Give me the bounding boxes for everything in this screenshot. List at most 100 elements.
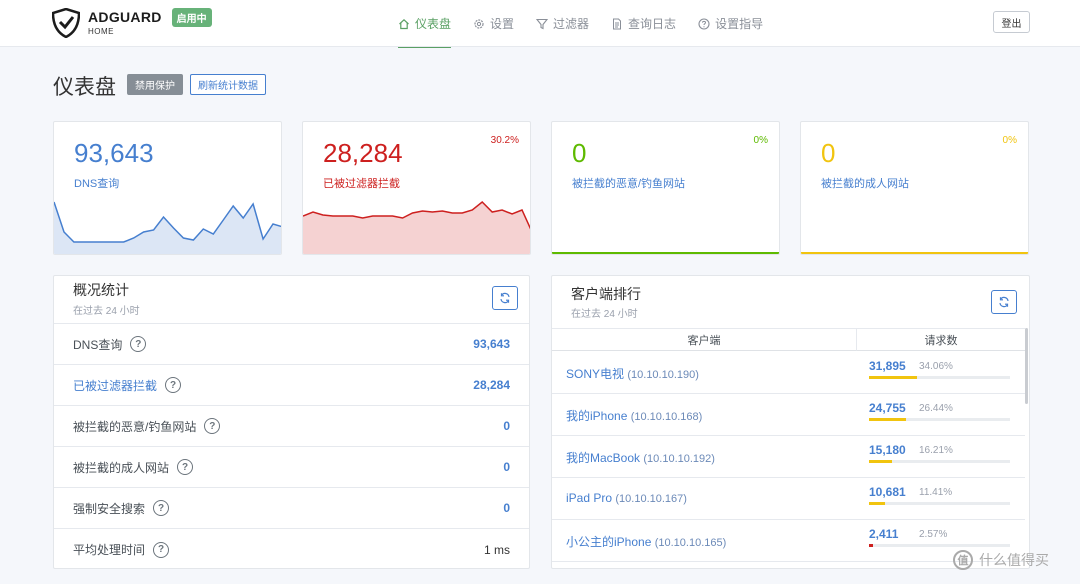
overview-row-malware-phishing: 被拦截的恶意/钓鱼网站? 0 xyxy=(54,406,529,447)
request-count: 2,411 xyxy=(869,527,899,541)
client-ip: (10.10.10.167) xyxy=(615,493,687,505)
watermark: 值 什么值得买 xyxy=(953,550,1049,570)
nav-filters[interactable]: 过滤器 xyxy=(536,0,589,47)
table-row: 我的MacBook (10.10.10.192) 15,180 16.21% xyxy=(552,436,1025,478)
row-label: 强制安全搜索 xyxy=(73,501,146,516)
stat-card-adult-sites: 0 被拦截的成人网站 0% xyxy=(800,121,1029,255)
request-count: 10,681 xyxy=(869,485,906,499)
overview-row-avg-processing-time: 平均处理时间? 1 ms xyxy=(54,529,529,568)
stat-label: 已被过滤器拦截 xyxy=(323,178,400,190)
client-name[interactable]: 我的MacBook xyxy=(566,451,640,465)
nav-label: 设置 xyxy=(490,17,515,31)
help-icon[interactable]: ? xyxy=(204,418,221,434)
clients-scrollbar[interactable] xyxy=(1025,328,1028,404)
overview-header: 概况统计 在过去 24 小时 xyxy=(54,276,529,324)
request-percent: 16.21% xyxy=(919,445,953,456)
top-header: ADGUARD HOME 启用中 仪表盘 设置 过滤器 查询日志 设置指导 登出 xyxy=(0,0,1080,48)
stat-baseline xyxy=(552,252,779,254)
stat-percent: 0% xyxy=(753,135,768,146)
watermark-text: 什么值得买 xyxy=(979,552,1049,568)
column-header-client[interactable]: 客户端 xyxy=(552,328,857,351)
stat-card-dns-queries: 93,643 DNS查询 xyxy=(53,121,282,255)
request-percent: 11.41% xyxy=(919,487,953,498)
column-header-requests[interactable]: 请求数 xyxy=(857,328,1025,351)
request-bar-fill xyxy=(869,376,918,379)
request-bar xyxy=(869,418,1010,421)
overview-row-dns-queries: DNS查询? 93,643 xyxy=(54,324,529,365)
client-name[interactable]: SONY电视 xyxy=(566,367,624,381)
request-bar-fill xyxy=(869,502,886,505)
clients-table-body: SONY电视 (10.10.10.190) 31,895 34.06% 我的iP… xyxy=(552,352,1025,568)
request-bar xyxy=(869,376,1010,379)
request-count: 15,180 xyxy=(869,443,906,457)
request-percent: 2.57% xyxy=(919,529,948,540)
stat-percent: 0% xyxy=(1002,135,1017,146)
request-bar xyxy=(869,502,1010,505)
row-label[interactable]: 已被过滤器拦截 xyxy=(73,377,157,394)
client-name[interactable]: iPad Pro xyxy=(566,491,612,505)
logo-name: ADGUARD xyxy=(88,9,162,25)
nav-query-log[interactable]: 查询日志 xyxy=(611,0,676,47)
help-icon[interactable]: ? xyxy=(165,377,182,393)
stat-percent: 30.2% xyxy=(490,135,519,146)
home-icon xyxy=(399,18,409,29)
logout-button[interactable]: 登出 xyxy=(993,11,1030,33)
overview-row-blocked-by-filters: 已被过滤器拦截? 28,284 xyxy=(54,365,529,406)
top-clients-card: 客户端排行 在过去 24 小时 客户端 请求数 SONY电视 (10.10.10… xyxy=(551,275,1030,569)
disable-protection-button[interactable]: 禁用保护 xyxy=(127,74,183,95)
help-icon[interactable]: ? xyxy=(153,500,170,516)
row-label: 被拦截的恶意/钓鱼网站 xyxy=(73,419,197,434)
row-value: 0 xyxy=(503,460,510,474)
overview-title: 概况统计 xyxy=(73,282,129,298)
clients-subtitle: 在过去 24 小时 xyxy=(571,309,638,320)
request-percent: 34.06% xyxy=(919,361,953,372)
help-icon[interactable]: ? xyxy=(177,459,194,475)
help-icon[interactable]: ? xyxy=(153,541,170,558)
table-row: SONY电视 (10.10.10.190) 31,895 34.06% xyxy=(552,352,1025,394)
logo[interactable]: ADGUARD HOME 启用中 xyxy=(52,7,212,38)
client-ip: (10.10.10.190) xyxy=(627,369,699,381)
nav-label: 过滤器 xyxy=(553,17,590,31)
client-ip: (10.10.10.168) xyxy=(630,411,703,423)
nav-dashboard[interactable]: 仪表盘 xyxy=(398,0,452,48)
table-row: iPad Pro (10.10.10.167) 10,681 11.41% xyxy=(552,478,1025,520)
request-bar-fill xyxy=(869,460,892,463)
nav-label: 设置指导 xyxy=(715,17,764,31)
request-bar xyxy=(869,460,1010,463)
client-name[interactable]: 我的iPhone xyxy=(566,409,627,423)
row-value: 93,643 xyxy=(473,337,510,351)
refresh-stats-button[interactable]: 刷新统计数据 xyxy=(190,74,266,95)
stat-card-malware-phishing: 0 被拦截的恶意/钓鱼网站 0% xyxy=(551,121,780,255)
stat-value: 93,643 xyxy=(74,138,154,168)
help-circle-icon xyxy=(698,17,710,30)
request-bar-fill xyxy=(869,544,873,547)
overview-refresh-button[interactable] xyxy=(492,286,518,310)
row-value: 0 xyxy=(503,501,510,515)
nav-setup-guide[interactable]: 设置指导 xyxy=(698,0,763,47)
document-icon xyxy=(613,18,622,29)
request-count: 31,895 xyxy=(869,359,906,373)
blocked-sparkline xyxy=(303,200,530,254)
stat-label: 被拦截的成人网站 xyxy=(821,178,909,190)
stat-baseline xyxy=(801,252,1028,254)
request-bar xyxy=(869,544,1010,547)
adguard-shield-icon xyxy=(52,8,80,38)
client-ip: (10.10.10.192) xyxy=(643,453,715,465)
clients-refresh-button[interactable] xyxy=(991,290,1017,314)
client-ip: (10.10.10.165) xyxy=(654,537,727,549)
overview-row-adult-sites: 被拦截的成人网站? 0 xyxy=(54,447,529,488)
main-nav: 仪表盘 设置 过滤器 查询日志 设置指导 xyxy=(398,0,785,48)
request-percent: 26.44% xyxy=(919,403,953,414)
stat-value: 28,284 xyxy=(323,138,403,168)
client-name[interactable]: 小公主的iPhone xyxy=(566,535,651,549)
request-count: 24,755 xyxy=(869,401,906,415)
nav-label: 查询日志 xyxy=(628,17,677,31)
watermark-icon: 值 xyxy=(953,550,973,570)
nav-settings[interactable]: 设置 xyxy=(473,0,514,47)
overview-row-safe-search: 强制安全搜索? 0 xyxy=(54,488,529,529)
status-badge: 启用中 xyxy=(171,7,212,27)
sparkline-area xyxy=(54,202,281,254)
help-icon[interactable]: ? xyxy=(130,336,147,352)
clients-title: 客户端排行 xyxy=(571,286,641,302)
page-title: 仪表盘 xyxy=(53,76,116,99)
